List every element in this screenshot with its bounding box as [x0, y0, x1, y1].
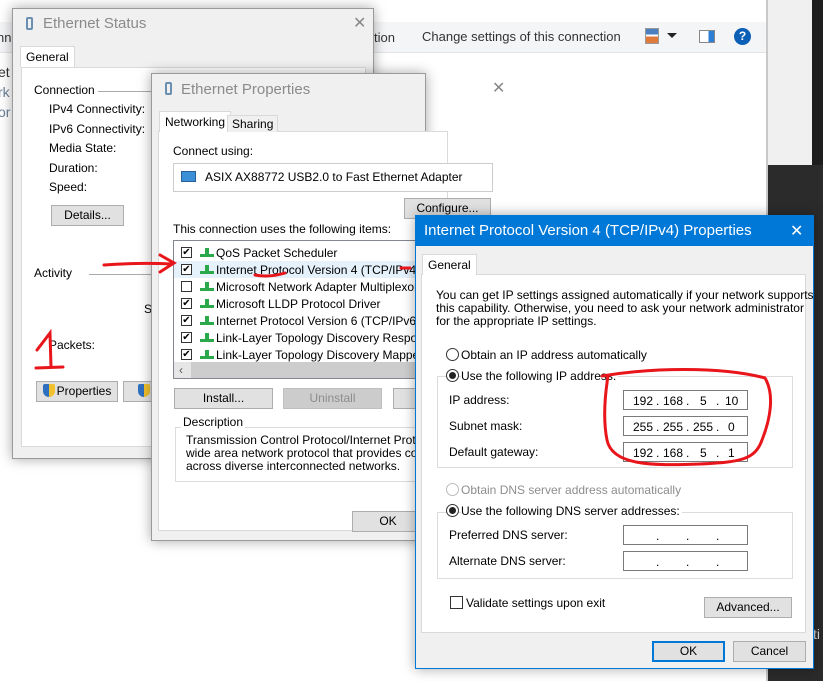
annotation-underline [253, 271, 287, 278]
annotation-overlay [34, 253, 772, 467]
annotation-arrow [102, 253, 177, 274]
annotation-number-one [34, 328, 65, 370]
annotation-circle [600, 368, 772, 467]
